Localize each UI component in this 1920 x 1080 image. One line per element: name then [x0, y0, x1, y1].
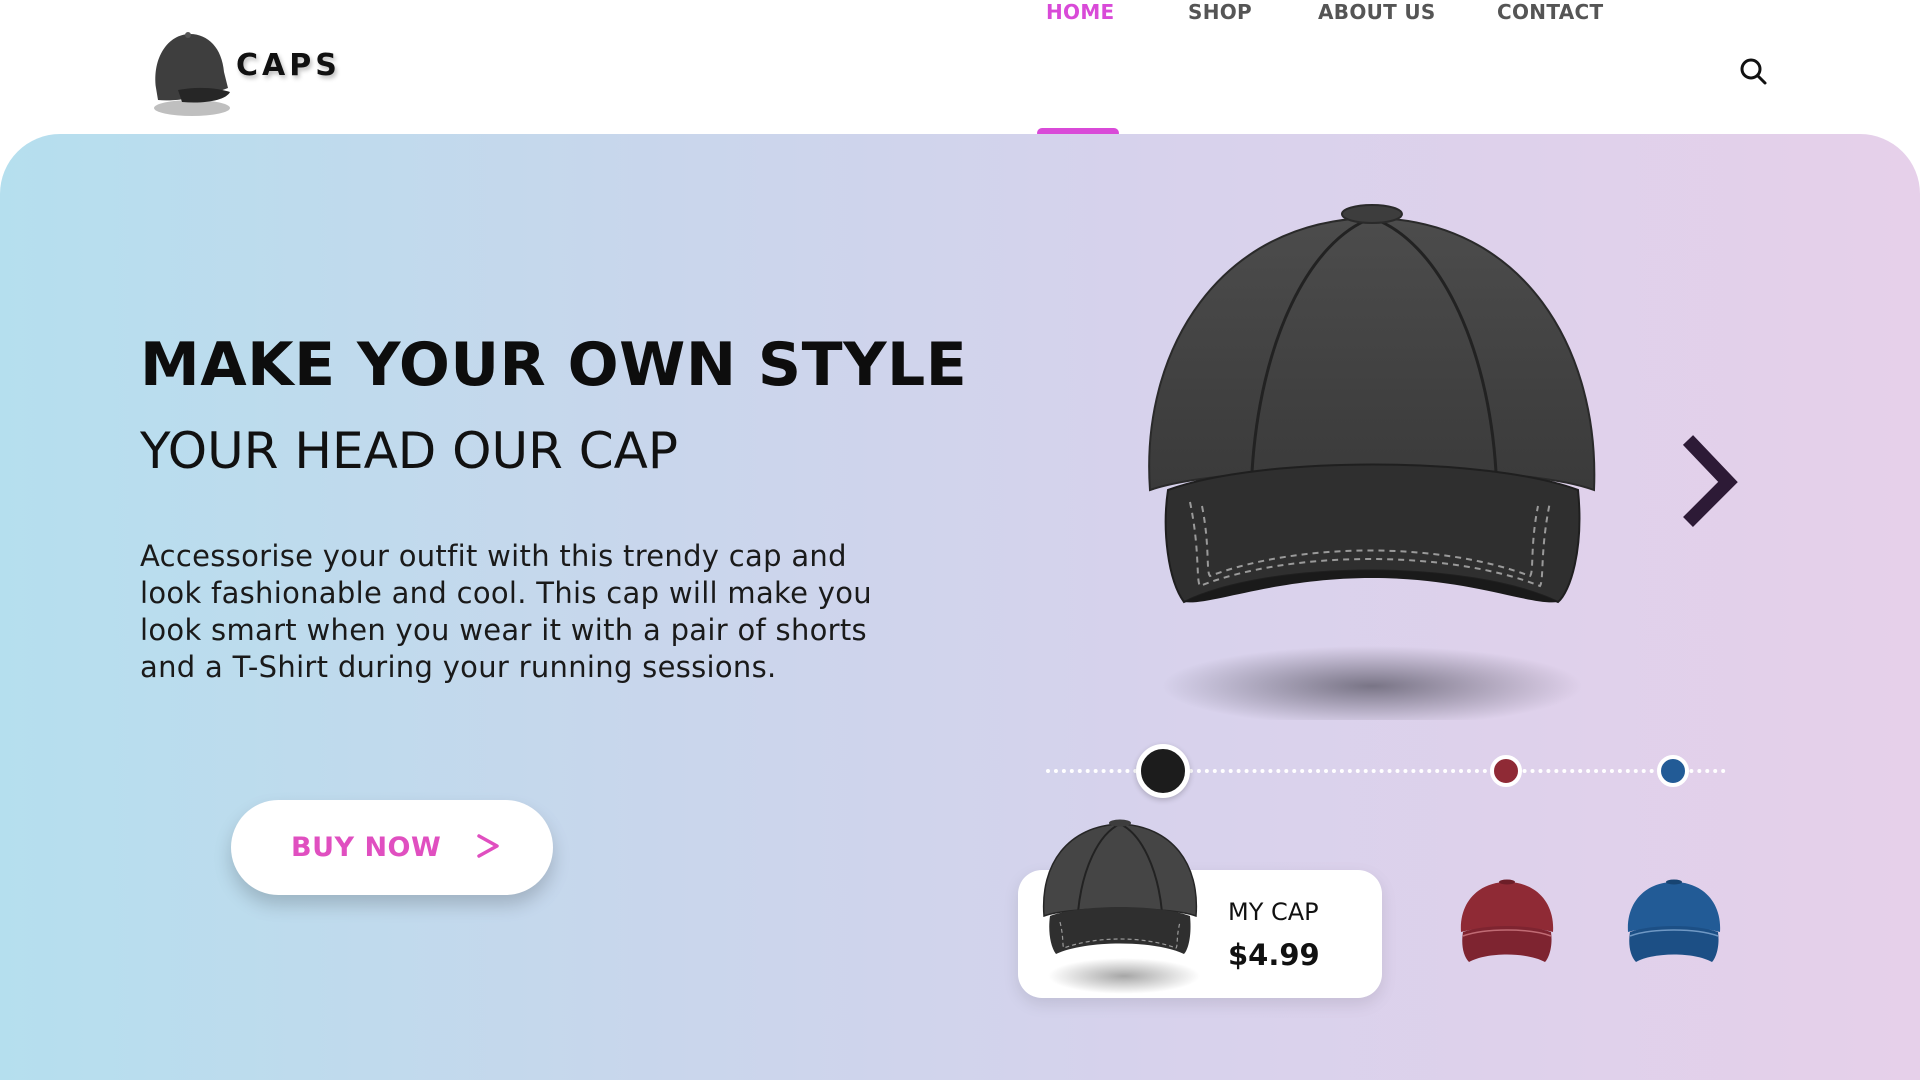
- nav-item-contact[interactable]: CONTACT: [1497, 0, 1603, 24]
- hero-subheadline: YOUR HEAD OUR CAP: [140, 422, 679, 480]
- search-button[interactable]: [1738, 56, 1768, 86]
- product-card-cap-image: [1042, 819, 1200, 994]
- next-slide-button[interactable]: [1680, 430, 1740, 534]
- chevron-right-icon: [1682, 435, 1738, 527]
- product-price: $4.99: [1228, 938, 1320, 972]
- nav-item-about-us[interactable]: ABOUT US: [1318, 0, 1436, 24]
- brand-logo[interactable]: CAPS: [148, 28, 337, 128]
- buy-now-button[interactable]: BUY NOW: [231, 800, 553, 895]
- hero-headline: MAKE YOUR OWN STYLE: [140, 330, 968, 400]
- brand-name: CAPS: [236, 48, 341, 83]
- cap-variant-blue[interactable]: [1622, 878, 1726, 974]
- nav-item-shop[interactable]: SHOP: [1188, 0, 1252, 24]
- product-name: MY CAP: [1228, 898, 1319, 926]
- main-cap-image: [1148, 204, 1596, 720]
- color-swatch-black[interactable]: [1136, 744, 1190, 798]
- cap-icon: [154, 32, 230, 116]
- color-swatch-blue[interactable]: [1657, 755, 1689, 787]
- buy-now-label: BUY NOW: [291, 832, 442, 863]
- color-swatch-red[interactable]: [1490, 755, 1522, 787]
- hero-description: Accessorise your outfit with this trendy…: [140, 539, 872, 684]
- nav-item-home[interactable]: HOME: [1046, 0, 1115, 24]
- cap-variant-red[interactable]: [1455, 878, 1559, 974]
- arrow-right-icon: [477, 834, 499, 858]
- search-icon: [1740, 58, 1767, 85]
